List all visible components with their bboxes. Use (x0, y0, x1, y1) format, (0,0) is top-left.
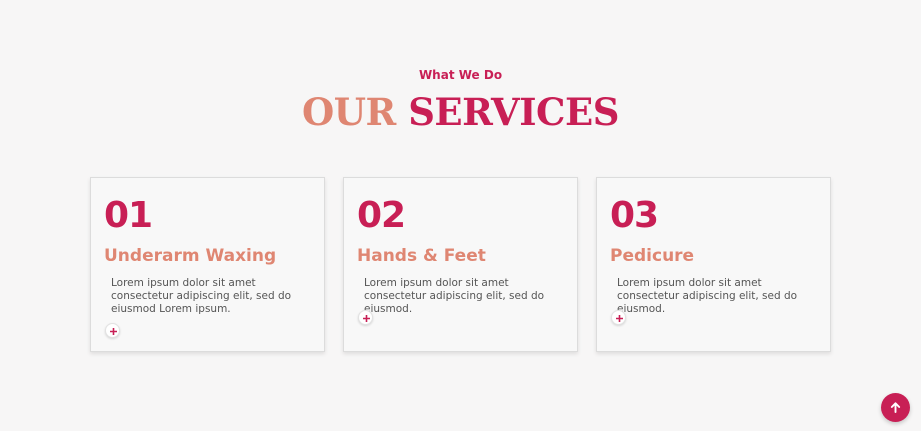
heading-word-services: SERVICES (408, 90, 619, 134)
service-number: 01 (104, 195, 153, 236)
service-number: 03 (610, 195, 659, 236)
service-title: Underarm Waxing (104, 246, 277, 266)
section-eyebrow: What We Do (418, 68, 503, 82)
plus-icon (110, 328, 117, 335)
heading-word-our: OUR (302, 90, 396, 134)
service-description: Lorem ipsum dolor sit amet consectetur a… (364, 277, 545, 315)
service-description: Lorem ipsum dolor sit amet consectetur a… (617, 277, 798, 315)
plus-icon (363, 315, 370, 322)
service-card-2: 02 Hands & Feet Lorem ipsum dolor sit am… (343, 177, 578, 352)
back-to-top-button[interactable] (881, 393, 910, 422)
service-card-3: 03 Pedicure Lorem ipsum dolor sit amet c… (596, 177, 831, 352)
service-title: Hands & Feet (357, 246, 486, 266)
section-heading: OUR SERVICES (0, 90, 921, 134)
expand-service-button[interactable] (611, 310, 626, 325)
service-card-1: 01 Underarm Waxing Lorem ipsum dolor sit… (90, 177, 325, 352)
services-section: What We Do OUR SERVICES 01 Underarm Waxi… (0, 0, 921, 431)
expand-service-button[interactable] (105, 323, 120, 338)
expand-service-button[interactable] (358, 310, 373, 325)
service-number: 02 (357, 195, 406, 236)
service-description: Lorem ipsum dolor sit amet consectetur a… (111, 277, 292, 315)
service-title: Pedicure (610, 246, 695, 266)
plus-icon (616, 315, 623, 322)
arrow-up-icon (890, 402, 901, 413)
